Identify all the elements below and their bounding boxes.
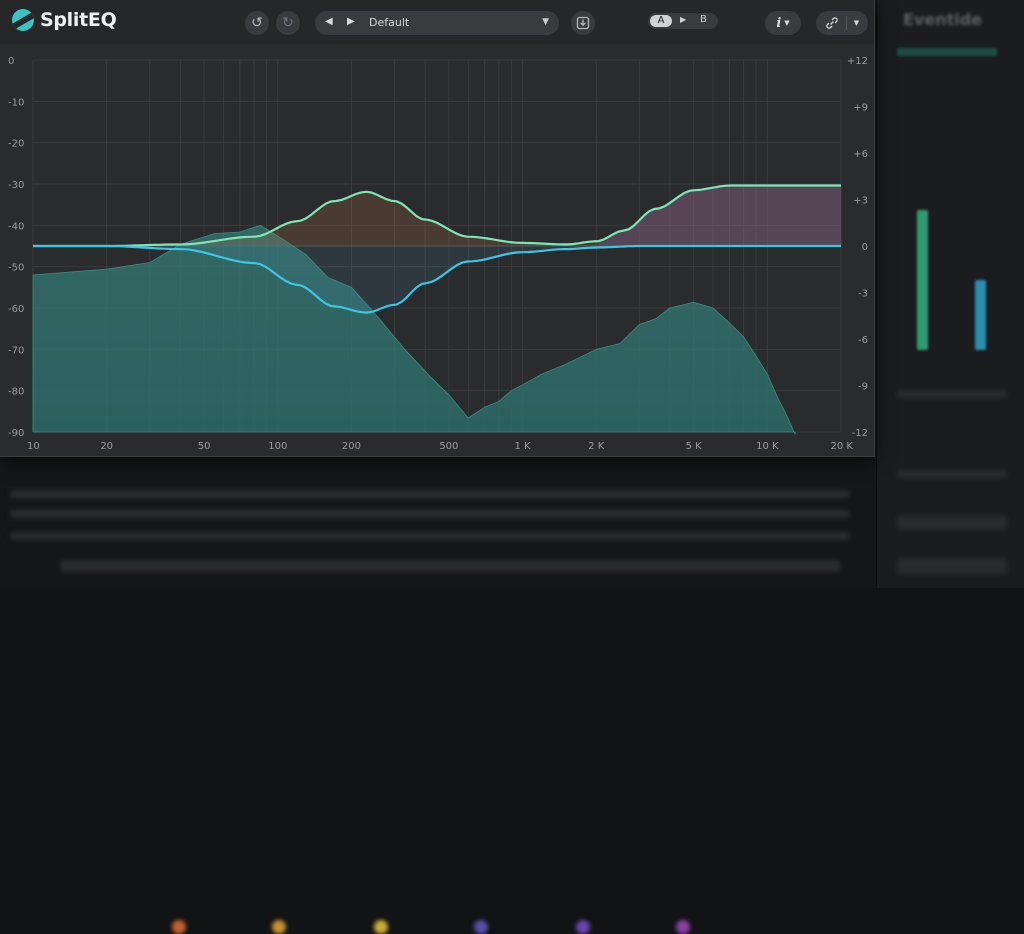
app-name: SplitEQ — [40, 9, 117, 31]
blurred-footer — [60, 560, 840, 572]
app-logo: SplitEQ — [12, 9, 117, 31]
link-icon — [826, 17, 838, 29]
y-right-tick-label: -3 — [858, 289, 868, 300]
y-left-tick-label: -90 — [8, 428, 24, 439]
x-tick-label: 5 K — [686, 441, 703, 452]
y-right-tick-label: -9 — [858, 382, 868, 393]
x-tick-label: 100 — [268, 441, 287, 452]
y-left-tick-label: -20 — [8, 139, 24, 150]
band-dot-6 — [676, 920, 690, 934]
x-tick-label: 10 K — [756, 441, 779, 452]
blurred-control-3 — [897, 516, 1007, 530]
band-controls-panel-blurred — [0, 456, 876, 934]
band-dot-5 — [576, 920, 590, 934]
y-left-tick-label: -70 — [8, 345, 24, 356]
y-left-tick-label: -10 — [8, 97, 24, 108]
y-right-tick-label: +6 — [853, 149, 868, 160]
x-tick-label: 200 — [342, 441, 361, 452]
undo-icon: ↺ — [251, 15, 263, 31]
eq-graph[interactable]: 10 20 50 100 200 500 1 K 2 K 5 K 10 K 20 K 0 -10 -20 -… — [0, 44, 874, 456]
link-menu-button[interactable]: ▼ — [816, 11, 868, 35]
x-tick-label: 20 K — [831, 441, 854, 452]
x-tick-label: 50 — [198, 441, 211, 452]
ab-compare-toggle[interactable]: A ▶ B — [648, 13, 718, 29]
y-left-tick-label: -40 — [8, 221, 24, 232]
y-left-tick-label: -50 — [8, 263, 24, 274]
blurred-control-4 — [897, 558, 1007, 574]
y-right-tick-label: -12 — [852, 428, 868, 439]
y-left-tick-label: -80 — [8, 387, 24, 398]
blurred-row-1 — [10, 490, 850, 498]
next-preset-button[interactable]: ▶ — [347, 16, 355, 27]
undo-button[interactable]: ↺ — [245, 11, 269, 35]
y-right-tick-label: +12 — [847, 56, 868, 67]
level-meter-left — [917, 210, 928, 350]
redo-button[interactable]: ↻ — [276, 11, 300, 35]
ab-b-button[interactable]: B — [700, 14, 707, 25]
info-menu-button[interactable]: i ▼ — [765, 11, 801, 35]
header-bar: SplitEQ ↺ ↻ ◀ ▶ Default ▼ A ▶ B i ▼ ▼ — [0, 0, 874, 44]
side-panel-subtitle — [897, 48, 997, 56]
spliteq-window: SplitEQ ↺ ↻ ◀ ▶ Default ▼ A ▶ B i ▼ ▼ 10… — [0, 0, 875, 457]
side-panel-title: Eventide — [903, 10, 983, 29]
side-panel-blurred: Eventide — [876, 0, 1024, 588]
eq-chart[interactable]: 10 20 50 100 200 500 1 K 2 K 5 K 10 K 20 K 0 -10 -20 -… — [0, 44, 874, 456]
y-right-tick-label: -6 — [858, 335, 868, 346]
y-left-tick-label: -60 — [8, 304, 24, 315]
prev-preset-button[interactable]: ◀ — [325, 16, 333, 27]
level-meter-right — [975, 280, 986, 350]
y-left-tick-label: -30 — [8, 180, 24, 191]
x-tick-label: 20 — [100, 441, 113, 452]
band-dot-4 — [474, 920, 488, 934]
chevron-down-icon: ▼ — [784, 19, 790, 27]
chevron-down-icon: ▼ — [542, 17, 549, 27]
band-dot-2 — [272, 920, 286, 934]
redo-icon: ↻ — [282, 15, 294, 31]
preset-name: Default — [369, 16, 410, 29]
x-tick-label: 2 K — [588, 441, 605, 452]
preset-selector[interactable]: ◀ ▶ Default ▼ — [315, 11, 559, 35]
y-right-tick-label: 0 — [862, 242, 868, 253]
save-icon — [576, 16, 590, 30]
band-dot-1 — [172, 920, 186, 934]
x-tick-label: 1 K — [514, 441, 531, 452]
ab-copy-button[interactable]: ▶ — [680, 15, 686, 24]
chevron-down-icon: ▼ — [853, 19, 860, 27]
y-right-tick-label: +3 — [853, 196, 868, 207]
logo-icon — [12, 9, 34, 31]
band-dot-3 — [374, 920, 388, 934]
info-icon: i — [776, 15, 782, 31]
blurred-row-3 — [10, 532, 850, 540]
ab-a-button[interactable]: A — [650, 15, 672, 27]
blurred-row-2 — [10, 510, 850, 518]
y-left-tick-label: 0 — [8, 56, 14, 67]
blurred-control-1 — [897, 390, 1007, 398]
save-preset-button[interactable] — [571, 11, 595, 35]
x-tick-label: 10 — [27, 441, 40, 452]
y-right-tick-label: +9 — [853, 103, 868, 114]
x-tick-label: 500 — [439, 441, 458, 452]
blurred-control-2 — [897, 470, 1007, 478]
